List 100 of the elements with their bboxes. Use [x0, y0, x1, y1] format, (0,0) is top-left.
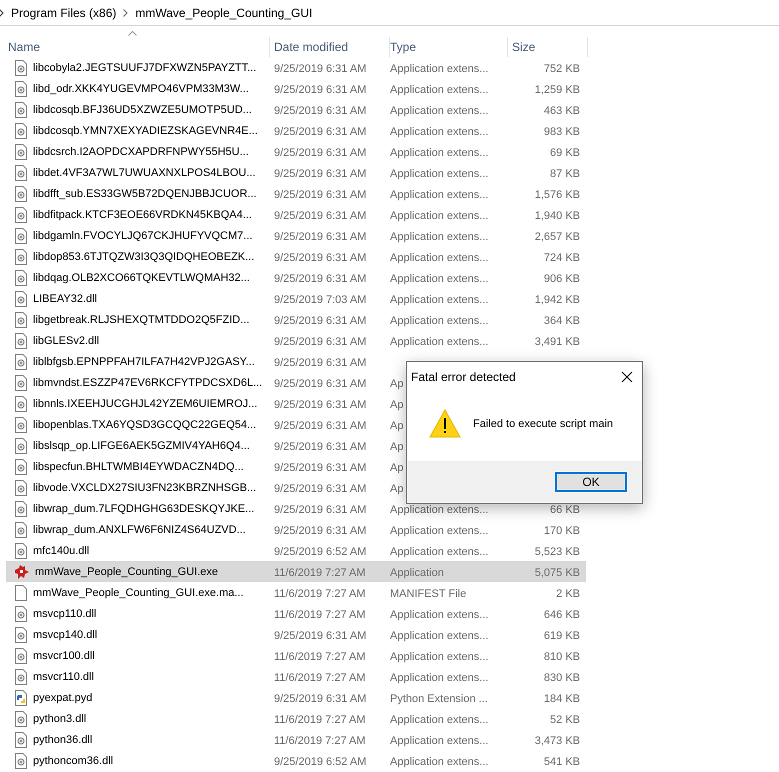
file-type: Application extens... [390, 168, 488, 180]
file-name[interactable]: libgetbreak.RLJSHEXQTMTDDO2Q5FZID... [33, 314, 250, 326]
file-size: 830 KB [544, 672, 580, 684]
column-header[interactable]: Type [390, 40, 416, 54]
file-type: Application extens... [390, 146, 488, 158]
file-name[interactable]: mfc140u.dll [33, 544, 90, 556]
file-size: 1,940 KB [534, 210, 580, 222]
file-name[interactable]: liblbfgsb.EPNPPFAH7ILFA7H42VPJ2GASY... [33, 356, 255, 368]
settings-file-icon [14, 290, 28, 306]
date-modified: 9/25/2019 6:31 AM [274, 188, 366, 200]
date-modified: 9/25/2019 6:31 AM [274, 272, 366, 284]
date-modified: 9/25/2019 6:31 AM [274, 420, 366, 432]
column-header[interactable]: Size [512, 40, 536, 54]
file-size: 52 KB [550, 714, 580, 726]
app-logo-icon [14, 564, 30, 580]
error-message: Failed to execute script main [473, 418, 614, 430]
date-modified: 9/25/2019 6:31 AM [274, 692, 366, 704]
file-size: 3,473 KB [534, 734, 580, 746]
file-name[interactable]: libcobyla2.JEGTSUUFJ7DFXWZN5PAYZTT... [33, 62, 256, 74]
file-type: Application extens... [390, 62, 488, 74]
settings-file-icon [14, 164, 28, 180]
date-modified: 9/25/2019 6:31 AM [274, 504, 366, 516]
file-name[interactable]: libwrap_dum.7LFQDHGHG63DESKQYJKE... [33, 502, 254, 514]
file-type: Application extens... [390, 524, 488, 536]
date-modified: 11/6/2019 7:27 AM [274, 566, 366, 578]
file-name[interactable]: libspecfun.BHLTWMBI4EYWDACZN4DQ... [33, 460, 244, 472]
file-type: Application extens... [390, 714, 488, 726]
file-name[interactable]: libdop853.6TJTQZW3I3Q3QIDQHEOBEZK... [33, 250, 254, 262]
file-name[interactable]: libdcosqb.BFJ36UD5XZWZE5UMOTP5UD... [33, 104, 252, 116]
file-name[interactable]: libdcosqb.YMN7XEXYADIEZSKAGEVNR4E... [33, 124, 258, 136]
file-name[interactable]: LIBEAY32.dll [33, 292, 98, 304]
warning-icon [429, 409, 461, 438]
file-name[interactable]: msvcp110.dll [33, 608, 96, 620]
settings-file-icon [14, 60, 28, 76]
file-size: 752 KB [544, 62, 580, 74]
file-name[interactable]: libdfft_sub.ES33GW5B72DQENJBBJCUOR... [33, 188, 257, 200]
settings-file-icon [14, 144, 28, 160]
file-name[interactable]: libwrap_dum.ANXLFW6F6NIZ4S64UZVD... [33, 524, 246, 536]
file-type: Application extens... [390, 252, 488, 264]
settings-file-icon [14, 732, 28, 748]
close-icon[interactable] [621, 371, 633, 383]
date-modified: 11/6/2019 7:27 AM [274, 734, 366, 746]
file-type: Application extens... [390, 84, 488, 96]
file-size: 1,259 KB [534, 84, 580, 96]
file-name[interactable]: msvcp140.dll [33, 628, 98, 640]
file-name[interactable]: libdet.4VF3A7WL7UWUAXNXLPOS4LBOU... [33, 166, 256, 178]
settings-file-icon [14, 458, 28, 474]
file-name[interactable]: libopenblas.TXA6YQSD3GCQQC22GEQ54... [33, 418, 256, 430]
file-size: 3,491 KB [534, 336, 580, 348]
column-header[interactable]: Name [8, 40, 40, 54]
ok-button[interactable]: OK [555, 472, 627, 492]
date-modified: 11/6/2019 7:27 AM [274, 714, 366, 726]
file-name[interactable]: libd_odr.XKK4YUGEVMPO46VPM33M3W... [33, 82, 249, 94]
file-type: Ap [390, 378, 404, 390]
file-name[interactable]: libnnls.IXEEHJUCGHJL42YZEM6UIEMROJ... [33, 398, 258, 410]
file-name[interactable]: libslsqp_op.LIFGE6AEK5GZMIV4YAH6Q4... [33, 440, 250, 452]
breadcrumb-item[interactable]: mmWave_People_Counting_GUI [135, 6, 312, 20]
breadcrumb-item[interactable]: Program Files (x86) [11, 6, 116, 20]
file-name[interactable]: msvcr100.dll [33, 650, 95, 662]
file-name[interactable]: python3.dll [33, 712, 86, 724]
file-name[interactable]: libdfitpack.KTCF3EOE66VRDKN45KBQA4... [33, 208, 252, 220]
file-name[interactable]: pyexpat.pyd [33, 692, 92, 704]
settings-file-icon [14, 396, 28, 412]
settings-file-icon [14, 186, 28, 202]
file-type: Application extens... [390, 608, 488, 620]
file-size: 541 KB [544, 756, 580, 768]
settings-file-icon [14, 542, 28, 558]
date-modified: 11/6/2019 7:27 AM [274, 650, 366, 662]
file-name[interactable]: libvode.VXCLDX27SIU3FN23KBRZNHSGB... [33, 482, 256, 494]
date-modified: 9/25/2019 6:31 AM [274, 230, 366, 242]
settings-file-icon [14, 752, 28, 768]
date-modified: 9/25/2019 7:03 AM [274, 294, 366, 306]
file-name[interactable]: libdcsrch.I2AOPDCXAPDRFNPWY55H5U... [33, 146, 249, 158]
settings-file-icon [14, 270, 28, 286]
file-name[interactable]: mmWave_People_Counting_GUI.exe.ma... [33, 586, 244, 598]
date-modified: 9/25/2019 6:31 AM [274, 398, 366, 410]
selected-row[interactable]: mmWave_People_Counting_GUI.exe 11/6/2019 7:27 AM Application 5,075 KB [6, 561, 586, 582]
file-size: 69 KB [550, 146, 580, 158]
settings-file-icon [14, 668, 28, 684]
file-type: MANIFEST File [390, 588, 466, 600]
date-modified: 9/25/2019 6:31 AM [274, 482, 366, 494]
file-name[interactable]: pythoncom36.dll [33, 754, 114, 766]
file-name[interactable]: libGLESv2.dll [33, 334, 100, 346]
date-modified: 9/25/2019 6:52 AM [274, 546, 366, 558]
date-modified: 9/25/2019 6:31 AM [274, 630, 366, 642]
file-size: 1,942 KB [534, 294, 580, 306]
file-type: Application extens... [390, 294, 488, 306]
file-size: 2,657 KB [534, 230, 580, 242]
file-name[interactable]: mmWave_People_Counting_GUI.exe [35, 566, 218, 578]
file-type: Application extens... [390, 630, 488, 642]
file-name[interactable]: libdqag.OLB2XCO66TQKEVTLWQMAH32... [33, 272, 250, 284]
file-name[interactable]: python36.dll [33, 734, 92, 746]
file-name[interactable]: msvcr110.dll [33, 670, 94, 682]
column-header[interactable]: Date modified [274, 40, 348, 54]
file-name[interactable]: libmvndst.ESZZP47EV6RKCFYTPDCSXD6L... [33, 376, 262, 388]
file-name[interactable]: libdgamln.FVOCYLJQ67CKJHUFYVQCM7... [33, 230, 252, 242]
date-modified: 9/25/2019 6:31 AM [274, 378, 366, 390]
python-file-icon [14, 690, 28, 706]
file-type: Application extens... [390, 104, 488, 116]
date-modified: 9/25/2019 6:31 AM [274, 524, 366, 536]
